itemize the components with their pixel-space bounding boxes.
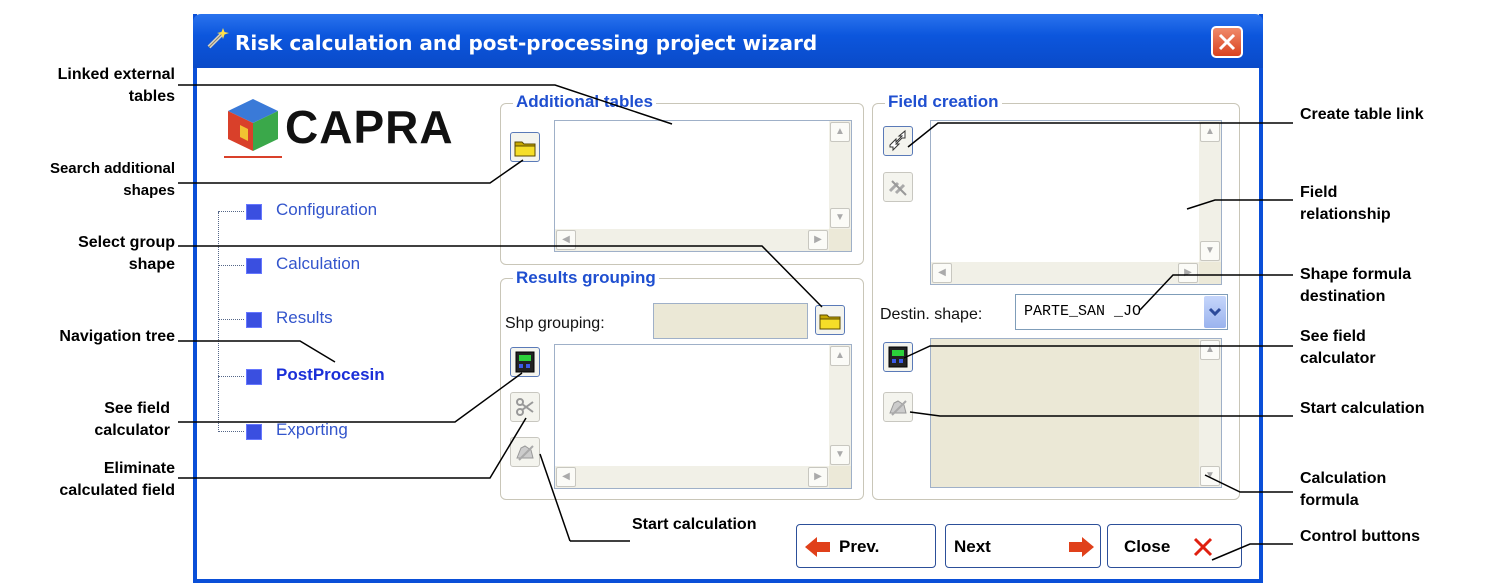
- annotation-search-shapes: Search additional shapes: [0, 158, 175, 202]
- annotation-text: calculator: [94, 422, 170, 439]
- annotation-start-calc-bottom: Start calculation: [632, 514, 756, 536]
- annotation-text: See field: [1300, 328, 1366, 345]
- annotation-text: See field: [104, 400, 170, 417]
- annotation-text: Select group: [78, 234, 175, 251]
- annotation-text: tables: [128, 88, 175, 105]
- annotation-text: Start calculation: [632, 516, 757, 533]
- annotation-shape-formula: Shape formula destination: [1300, 264, 1411, 308]
- annotation-eliminate: Eliminate calculated field: [0, 458, 175, 502]
- annotation-calc-formula: Calculation formula: [1300, 468, 1386, 512]
- annotation-text: Linked external: [57, 66, 175, 83]
- annotation-text: Control buttons: [1300, 528, 1420, 545]
- annotation-text: calculator: [1300, 350, 1376, 367]
- annotation-start-calc-right: Start calculation: [1300, 398, 1424, 420]
- annotation-create-link: Create table link: [1300, 104, 1424, 126]
- annotation-text: formula: [1300, 492, 1359, 509]
- annotation-text: Eliminate: [103, 460, 175, 477]
- annotation-text: Shape formula: [1300, 266, 1412, 283]
- annotation-text: calculated field: [59, 482, 175, 499]
- annotation-select-group: Select group shape: [0, 232, 175, 276]
- annotation-text: shape: [128, 256, 175, 273]
- annotation-field-rel: Field relationship: [1300, 182, 1391, 226]
- annotation-control-buttons: Control buttons: [1300, 526, 1420, 548]
- annotation-text: Create table link: [1300, 106, 1424, 123]
- annotation-lines: [178, 84, 1293, 561]
- annotation-text: Calculation: [1300, 470, 1387, 487]
- annotation-nav-tree: Navigation tree: [0, 326, 175, 348]
- annotation-linked-tables: Linked external tables: [0, 64, 175, 108]
- annotation-text: Field: [1300, 184, 1338, 201]
- annotation-see-calc-right: See field calculator: [1300, 326, 1376, 370]
- annotation-text: Navigation tree: [59, 328, 175, 345]
- annotation-text: destination: [1300, 288, 1386, 305]
- annotation-text: Search additional: [49, 160, 175, 177]
- annotation-text: Start calculation: [1300, 400, 1425, 417]
- annotation-see-calc-left: See field calculator: [0, 398, 170, 442]
- annotation-text: relationship: [1300, 206, 1391, 223]
- annotation-text: shapes: [123, 182, 175, 199]
